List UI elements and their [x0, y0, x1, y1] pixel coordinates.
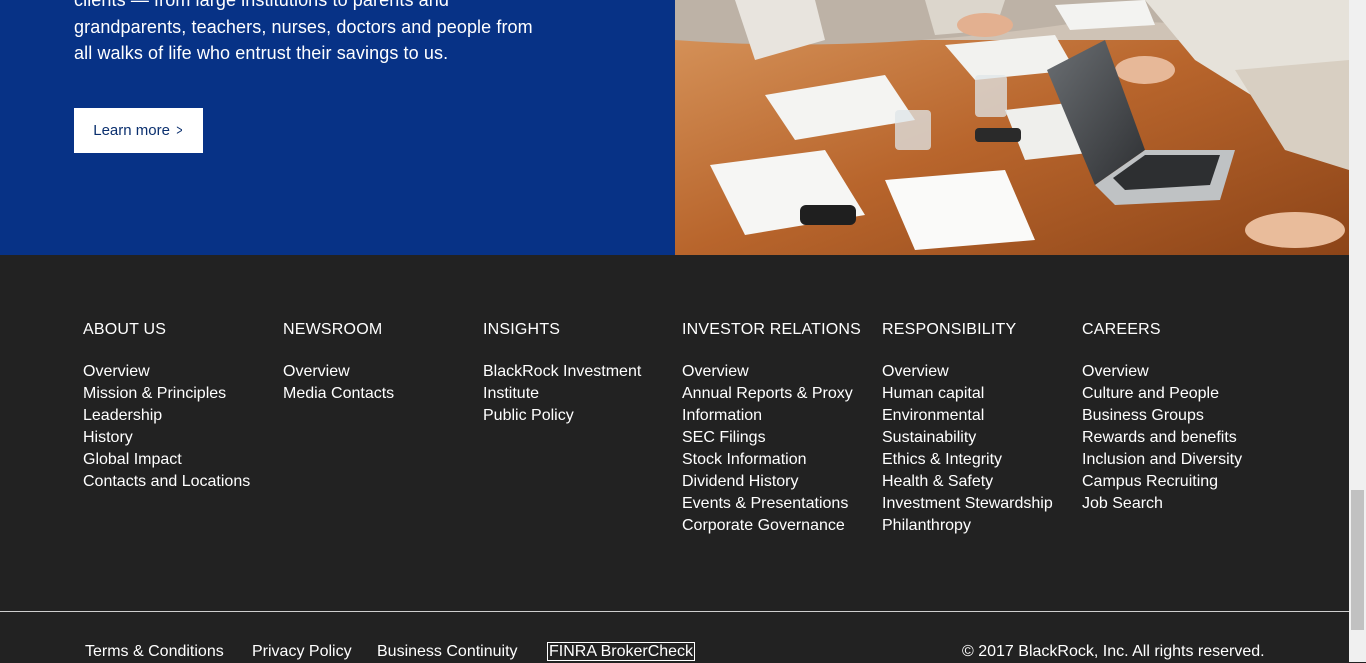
business-continuity-link[interactable]: Business Continuity — [377, 643, 518, 660]
footer-link[interactable]: History — [83, 427, 273, 449]
footer-link[interactable]: Environmental — [882, 405, 1072, 427]
footer-link[interactable]: Investment Stewardship — [882, 493, 1072, 515]
footer-link[interactable]: Global Impact — [83, 449, 273, 471]
footer-link[interactable]: Ethics & Integrity — [882, 449, 1072, 471]
footer-heading-careers: CAREERS — [1082, 321, 1161, 338]
footer-link[interactable]: Leadership — [83, 405, 273, 427]
privacy-policy-link[interactable]: Privacy Policy — [252, 643, 352, 660]
site-footer: ABOUT US Overview Mission & Principles L… — [0, 255, 1349, 662]
footer-link[interactable]: Mission & Principles — [83, 383, 273, 405]
footer-link[interactable]: Stock Information — [682, 449, 872, 471]
footer-link[interactable]: Human capital — [882, 383, 1072, 405]
footer-heading-newsroom: NEWSROOM — [283, 321, 383, 338]
legal-link-privacy-wrapper: Privacy Policy — [252, 641, 352, 663]
footer-heading-investor-relations: INVESTOR RELATIONS — [682, 321, 862, 338]
footer-heading-responsibility: RESPONSIBILITY — [882, 321, 1017, 338]
footer-heading-insights: INSIGHTS — [483, 321, 561, 338]
hero-text-line: grandparents, teachers, nurses, doctors … — [74, 16, 533, 37]
hero-text-panel: clients — from large institutions to par… — [0, 0, 675, 255]
learn-more-button[interactable]: Learn more > — [74, 108, 203, 153]
footer-column-careers: CAREERS Overview Culture and People Busi… — [1082, 319, 1272, 515]
chevron-right-icon: > — [176, 122, 183, 139]
page-scrollbar-thumb[interactable] — [1351, 490, 1364, 630]
footer-link[interactable]: Job Search — [1082, 493, 1272, 515]
footer-column-investor-relations: INVESTOR RELATIONS Overview Annual Repor… — [682, 319, 872, 537]
footer-link[interactable]: Philanthropy — [882, 515, 1072, 537]
footer-column-responsibility: RESPONSIBILITY Overview Human capital En… — [882, 319, 1072, 537]
footer-column-about-us: ABOUT US Overview Mission & Principles L… — [83, 319, 273, 493]
footer-link[interactable]: Culture and People — [1082, 383, 1272, 405]
terms-link[interactable]: Terms & Conditions — [85, 643, 224, 660]
footer-link[interactable]: Institute — [483, 383, 673, 405]
footer-link[interactable]: Overview — [882, 361, 1072, 383]
legal-link-terms-wrapper: Terms & Conditions — [85, 641, 224, 663]
legal-link-finra-wrapper: FINRA BrokerCheck — [546, 641, 696, 663]
legal-link-continuity-wrapper: Business Continuity — [377, 641, 518, 663]
footer-link[interactable]: Dividend History — [682, 471, 872, 493]
footer-link[interactable]: Business Groups — [1082, 405, 1272, 427]
footer-column-newsroom: NEWSROOM Overview Media Contacts — [283, 319, 473, 405]
business-meeting-photo — [675, 0, 1349, 255]
footer-link[interactable]: Overview — [1082, 361, 1272, 383]
footer-heading-about-us: ABOUT US — [83, 321, 167, 338]
footer-link[interactable]: Overview — [83, 361, 273, 383]
footer-link[interactable]: Overview — [682, 361, 872, 383]
footer-link[interactable]: Campus Recruiting — [1082, 471, 1272, 493]
footer-link[interactable]: Rewards and benefits — [1082, 427, 1272, 449]
hero-text-line: all walks of life who entrust their savi… — [74, 43, 449, 63]
footer-divider — [0, 611, 1349, 612]
hero-description: clients — from large institutions to par… — [74, 0, 594, 67]
footer-link[interactable]: Events & Presentations — [682, 493, 872, 515]
footer-column-insights: INSIGHTS BlackRock Investment Institute … — [483, 319, 673, 427]
hero-text-line: clients — from large institutions to par… — [74, 0, 449, 10]
learn-more-label: Learn more — [93, 122, 170, 139]
footer-link[interactable]: Corporate Governance — [682, 515, 872, 537]
footer-link[interactable]: BlackRock Investment — [483, 361, 673, 383]
footer-link[interactable]: Inclusion and Diversity — [1082, 449, 1272, 471]
footer-link[interactable]: Media Contacts — [283, 383, 473, 405]
footer-link[interactable]: Health & Safety — [882, 471, 1072, 493]
footer-link[interactable]: Sustainability — [882, 427, 1072, 449]
footer-link[interactable]: Overview — [283, 361, 473, 383]
footer-link[interactable]: SEC Filings — [682, 427, 872, 449]
copyright-text: © 2017 BlackRock, Inc. All rights reserv… — [962, 643, 1265, 660]
finra-brokercheck-link[interactable]: FINRA BrokerCheck — [546, 642, 696, 661]
footer-link[interactable]: Public Policy — [483, 405, 673, 427]
footer-link[interactable]: Contacts and Locations — [83, 471, 273, 493]
footer-link[interactable]: Annual Reports & Proxy — [682, 383, 872, 405]
footer-link[interactable]: Information — [682, 405, 872, 427]
hero-section: clients — from large institutions to par… — [0, 0, 1349, 255]
